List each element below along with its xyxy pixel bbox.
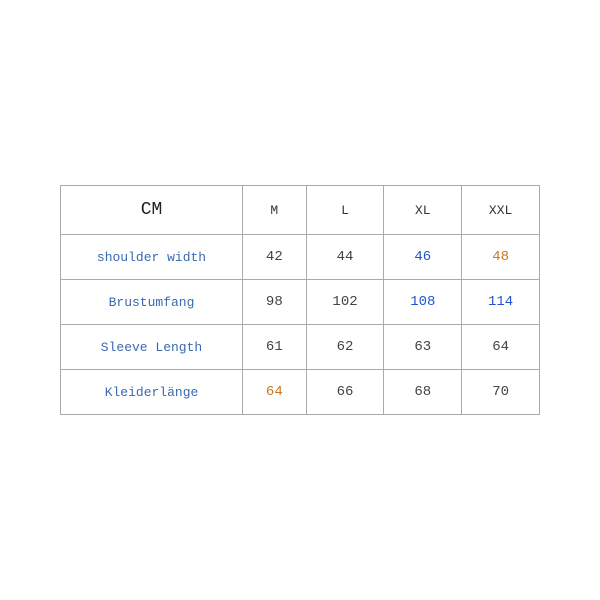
row-brust-m: 98: [243, 280, 307, 325]
row-kleider-xl: 68: [384, 370, 462, 415]
table-header-row: CM M L XL XXL: [61, 186, 540, 235]
row-brust-l: 102: [306, 280, 384, 325]
table-row: shoulder width 42 44 46 48: [61, 235, 540, 280]
row-kleider-xxl: 70: [462, 370, 540, 415]
row-kleider-m: 64: [243, 370, 307, 415]
row-sleeve-l: 62: [306, 325, 384, 370]
table-row: Kleiderlänge 64 66 68 70: [61, 370, 540, 415]
size-chart-wrapper: CM M L XL XXL shoulder width 42 44 46 48…: [60, 185, 540, 415]
row-shoulder-xxl: 48: [462, 235, 540, 280]
row-label-brust: Brustumfang: [61, 280, 243, 325]
header-xl: XL: [384, 186, 462, 235]
row-shoulder-l: 44: [306, 235, 384, 280]
header-xxl: XXL: [462, 186, 540, 235]
row-label-shoulder: shoulder width: [61, 235, 243, 280]
row-shoulder-m: 42: [243, 235, 307, 280]
row-label-sleeve: Sleeve Length: [61, 325, 243, 370]
row-brust-xl: 108: [384, 280, 462, 325]
table-row: Brustumfang 98 102 108 114: [61, 280, 540, 325]
row-sleeve-xl: 63: [384, 325, 462, 370]
row-label-kleider: Kleiderlänge: [61, 370, 243, 415]
row-sleeve-m: 61: [243, 325, 307, 370]
table-row: Sleeve Length 61 62 63 64: [61, 325, 540, 370]
row-shoulder-xl: 46: [384, 235, 462, 280]
header-cm: CM: [61, 186, 243, 235]
header-m: M: [243, 186, 307, 235]
size-chart-table: CM M L XL XXL shoulder width 42 44 46 48…: [60, 185, 540, 415]
header-l: L: [306, 186, 384, 235]
row-sleeve-xxl: 64: [462, 325, 540, 370]
row-brust-xxl: 114: [462, 280, 540, 325]
row-kleider-l: 66: [306, 370, 384, 415]
